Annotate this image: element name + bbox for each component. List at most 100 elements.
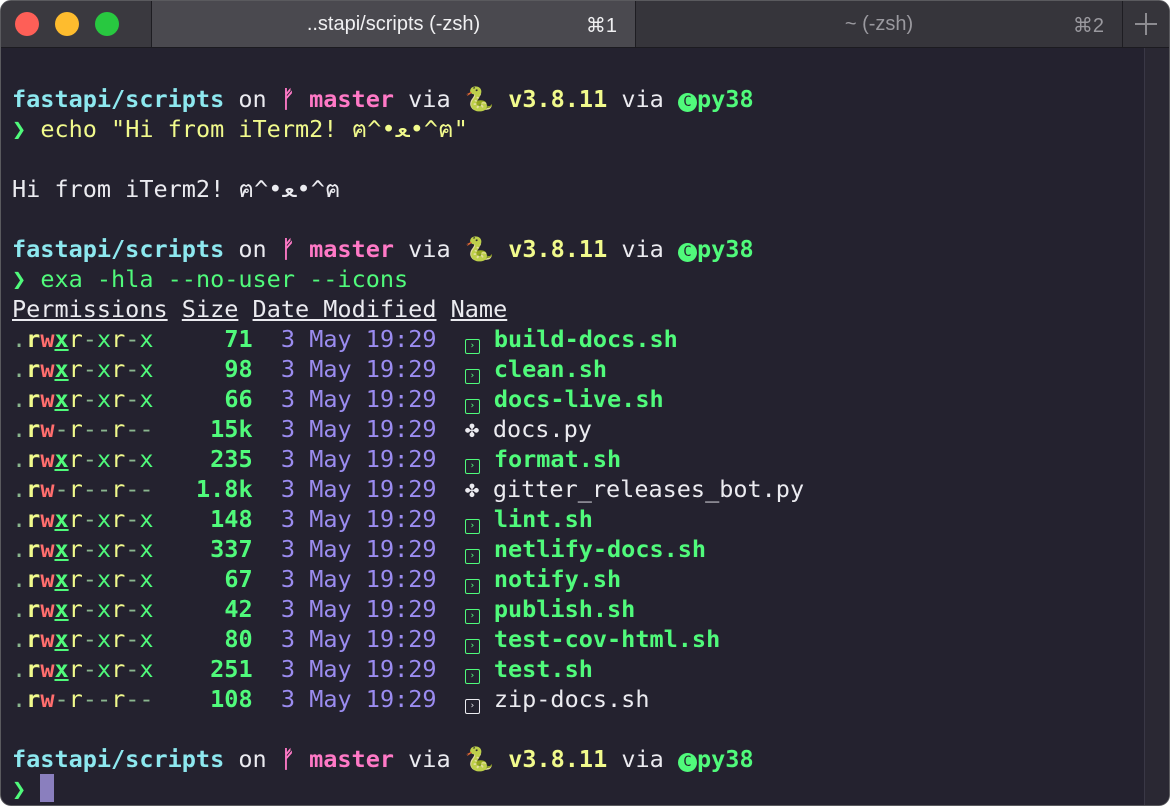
permission-bit: -	[125, 595, 140, 623]
text-cursor	[40, 774, 55, 802]
title-bar: ..stapi/scripts (-zsh) ⌘1 ~ (-zsh) ⌘2	[1, 1, 1169, 48]
file-name: lint.sh	[493, 505, 593, 533]
permission-type: .	[12, 595, 27, 623]
file-size: 67	[224, 565, 253, 593]
file-size: 98	[224, 355, 253, 383]
header-name: Name	[450, 295, 508, 323]
tab-home[interactable]: ~ (-zsh) ⌘2	[636, 1, 1123, 47]
permission-bit: r	[68, 445, 83, 473]
permission-bit: -	[125, 385, 140, 413]
header-permissions: Permissions	[12, 295, 168, 323]
table-row: .rwxr-xr-x 71 3 May 19:29 › build-docs.sh	[12, 324, 804, 354]
permission-bit: w	[40, 475, 55, 503]
permission-bit: w	[40, 565, 55, 593]
table-row: .rwxr-xr-x 66 3 May 19:29 › docs-live.sh	[12, 384, 804, 414]
permission-bit: r	[111, 685, 126, 713]
shell-script-icon: ›	[464, 609, 480, 624]
permission-bit: -	[139, 475, 154, 503]
permission-bit: w	[40, 625, 55, 653]
prompt-line: fastapi/scripts on ᚠ master via 🐍 v3.8.1…	[12, 84, 804, 114]
permission-bit: -	[82, 445, 97, 473]
file-permissions: .rwxr-xr-x	[12, 505, 154, 533]
permission-bit: x	[54, 535, 69, 563]
command-line: ❯	[12, 774, 804, 804]
prompt-symbol: ❯	[12, 775, 27, 803]
prompt-symbol: ❯	[12, 115, 27, 143]
permission-bit: r	[68, 355, 83, 383]
permission-bit: w	[40, 595, 55, 623]
permission-bit: r	[111, 535, 126, 563]
shell-script-icon: ›	[464, 519, 480, 534]
prompt-via: via	[408, 745, 451, 773]
permission-bit: x	[139, 445, 154, 473]
permission-bit: r	[111, 565, 126, 593]
tab-scripts[interactable]: ..stapi/scripts (-zsh) ⌘1	[152, 1, 636, 47]
permission-bit: x	[96, 355, 112, 383]
permission-bit: w	[40, 445, 55, 473]
permission-bit: r	[68, 505, 83, 533]
file-date: 3 May 19:29	[280, 505, 437, 533]
file-date: 3 May 19:29	[280, 475, 437, 503]
file-size: 42	[224, 595, 253, 623]
git-branch-icon: ᚠ	[280, 85, 295, 113]
file-date: 3 May 19:29	[280, 595, 437, 623]
new-tab-button[interactable]	[1123, 1, 1169, 47]
permission-bit: w	[40, 355, 55, 383]
permission-bit: x	[54, 565, 69, 593]
permission-bit: x	[96, 595, 112, 623]
terminal-output[interactable]: fastapi/scripts on ᚠ master via 🐍 v3.8.1…	[12, 84, 804, 804]
git-branch-icon: ᚠ	[280, 235, 295, 263]
permission-bit: x	[54, 655, 69, 683]
permission-bit: x	[54, 355, 69, 383]
table-row: .rwxr-xr-x 148 3 May 19:29 › lint.sh	[12, 504, 804, 534]
permission-type: .	[12, 415, 27, 443]
file-date: 3 May 19:29	[280, 415, 437, 443]
command-text: echo "Hi from iTerm2! ฅ^•ﻌ•^ฅ"	[40, 115, 468, 143]
file-date: 3 May 19:29	[280, 565, 437, 593]
permission-bit: r	[111, 595, 126, 623]
prompt-env: py38	[697, 745, 754, 773]
table-row: .rwxr-xr-x 42 3 May 19:29 › publish.sh	[12, 594, 804, 624]
permission-bit: -	[54, 415, 69, 443]
file-size: 15k	[210, 415, 253, 443]
file-permissions: .rwxr-xr-x	[12, 655, 154, 683]
file-permissions: .rwxr-xr-x	[12, 445, 154, 473]
python-icon: 🐍	[464, 85, 495, 113]
permission-bit: -	[82, 625, 97, 653]
conda-icon: C	[678, 243, 697, 262]
tab-shortcut: ⌘2	[1072, 15, 1104, 37]
prompt-directory: fastapi/scripts	[12, 85, 225, 113]
file-size: 148	[210, 505, 253, 533]
file-permissions: .rw-r--r--	[12, 475, 154, 503]
permission-bit: x	[54, 325, 69, 353]
file-permissions: .rwxr-xr-x	[12, 325, 154, 353]
permission-bit: -	[125, 475, 140, 503]
permission-bit: r	[68, 415, 83, 443]
prompt-line: fastapi/scripts on ᚠ master via 🐍 v3.8.1…	[12, 234, 804, 264]
permission-bit: w	[40, 655, 55, 683]
permission-bit: -	[125, 505, 140, 533]
zoom-button[interactable]	[95, 12, 119, 36]
permission-bit: -	[82, 565, 97, 593]
permission-bit: x	[96, 505, 112, 533]
conda-icon: C	[678, 753, 697, 772]
close-button[interactable]	[15, 12, 39, 36]
scrollbar[interactable]	[1144, 48, 1169, 805]
file-size: 80	[224, 625, 253, 653]
permission-bit: -	[125, 355, 140, 383]
permission-bit: -	[82, 535, 97, 563]
permission-bit: x	[54, 445, 69, 473]
table-row: .rwxr-xr-x 98 3 May 19:29 › clean.sh	[12, 354, 804, 384]
permission-bit: r	[68, 625, 83, 653]
permission-bit: -	[96, 685, 112, 713]
permission-bit: x	[139, 505, 154, 533]
permission-bit: x	[139, 625, 154, 653]
python-file-icon: ✤	[464, 475, 479, 503]
plus-icon-stroke	[1145, 13, 1147, 35]
permission-bit: r	[26, 565, 41, 593]
file-size: 108	[210, 685, 253, 713]
minimize-button[interactable]	[55, 12, 79, 36]
file-date: 3 May 19:29	[280, 625, 437, 653]
permission-bit: r	[68, 325, 83, 353]
permission-bit: -	[96, 475, 112, 503]
